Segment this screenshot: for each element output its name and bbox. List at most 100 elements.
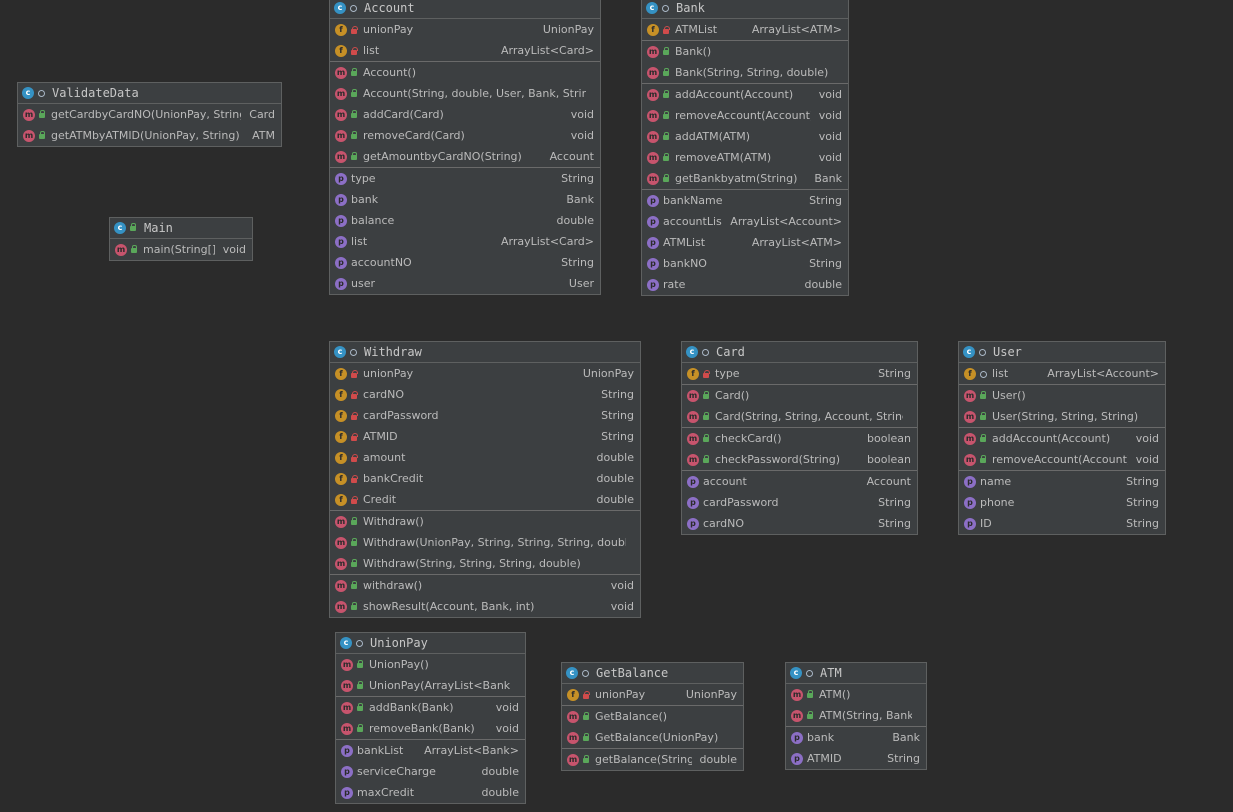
class-header[interactable]: c Card — [682, 342, 917, 363]
member-row[interactable]: m Withdraw(UnionPay, String, String, Stri… — [330, 532, 640, 553]
class-header[interactable]: c ValidateData — [18, 83, 281, 104]
member-row[interactable]: m UnionPay(ArrayList<Bank>) — [336, 675, 525, 696]
property-icon: p — [964, 517, 976, 530]
member-row[interactable]: p name String — [959, 471, 1165, 492]
member-row[interactable]: p bank Bank — [786, 727, 926, 748]
member-row[interactable]: m removeATM(ATM) void — [642, 147, 848, 168]
member-row[interactable]: p accountList ArrayList<Account> — [642, 211, 848, 232]
class-header[interactable]: c GetBalance — [562, 663, 743, 684]
member-row[interactable]: f list ArrayList<Account> — [959, 363, 1165, 384]
member-row[interactable]: m addAccount(Account) void — [642, 84, 848, 105]
class-header[interactable]: c ATM — [786, 663, 926, 684]
member-row[interactable]: m GetBalance(UnionPay) — [562, 727, 743, 748]
member-row[interactable]: m Bank(String, String, double) — [642, 62, 848, 83]
member-row[interactable]: m ATM(String, Bank) — [786, 705, 926, 726]
member-row[interactable]: m removeCard(Card) void — [330, 125, 600, 146]
member-row[interactable]: p maxCredit double — [336, 782, 525, 803]
member-row[interactable]: m GetBalance() — [562, 706, 743, 727]
property-icon: p — [791, 731, 803, 744]
member-row[interactable]: f ATMID String — [330, 426, 640, 447]
member-row[interactable]: p user User — [330, 273, 600, 294]
member-row[interactable]: m addAccount(Account) void — [959, 428, 1165, 449]
member-row[interactable]: p serviceCharge double — [336, 761, 525, 782]
member-row[interactable]: m checkCard() boolean — [682, 428, 917, 449]
member-row[interactable]: p balance double — [330, 210, 600, 231]
member-type: double — [481, 765, 520, 778]
member-row[interactable]: f list ArrayList<Card> — [330, 40, 600, 61]
class-header[interactable]: c User — [959, 342, 1165, 363]
member-row[interactable]: m Withdraw() — [330, 511, 640, 532]
lock-icon — [349, 474, 359, 484]
member-row[interactable]: m ATM() — [786, 684, 926, 705]
member-row[interactable]: m removeAccount(Account) void — [959, 449, 1165, 470]
member-row[interactable]: p ID String — [959, 513, 1165, 534]
member-row[interactable]: f ATMList ArrayList<ATM> — [642, 19, 848, 40]
member-row[interactable]: m Account() — [330, 62, 600, 83]
member-row[interactable]: m getAmountbyCardNO(String) Account — [330, 146, 600, 167]
member-row[interactable]: m removeBank(Bank) void — [336, 718, 525, 739]
member-row[interactable]: p bankList ArrayList<Bank> — [336, 740, 525, 761]
class-unionpay[interactable]: c UnionPay m UnionPay() m UnionPay(ArrayList<… — [335, 632, 526, 804]
member-row[interactable]: m getCardbyCardNO(UnionPay, String) Card — [18, 104, 281, 125]
member-row[interactable]: p phone String — [959, 492, 1165, 513]
member-row[interactable]: p account Account — [682, 471, 917, 492]
member-row[interactable]: m Bank() — [642, 41, 848, 62]
member-row[interactable]: m Card() — [682, 385, 917, 406]
member-row[interactable]: m getBalance(String) double — [562, 749, 743, 770]
member-row[interactable]: m addBank(Bank) void — [336, 697, 525, 718]
member-row[interactable]: p cardPassword String — [682, 492, 917, 513]
member-row[interactable]: m Card(String, String, Account, String) — [682, 406, 917, 427]
member-row[interactable]: f cardNO String — [330, 384, 640, 405]
class-getbalance[interactable]: c GetBalance f unionPay UnionPay m GetBalance(… — [561, 662, 744, 771]
member-row[interactable]: m main(String[]) void — [110, 239, 252, 260]
class-header[interactable]: c Bank — [642, 0, 848, 19]
member-row[interactable]: f unionPay UnionPay — [562, 684, 743, 705]
member-row[interactable]: p bank Bank — [330, 189, 600, 210]
class-user[interactable]: c User f list ArrayList<Account> m User() m User… — [958, 341, 1166, 535]
class-account[interactable]: c Account f unionPay UnionPay f list ArrayList<… — [329, 0, 601, 295]
member-row[interactable]: m Account(String, double, User, Bank, Str… — [330, 83, 600, 104]
member-row[interactable]: m User(String, String, String) — [959, 406, 1165, 427]
member-row[interactable]: m checkPassword(String) boolean — [682, 449, 917, 470]
member-row[interactable]: m withdraw() void — [330, 575, 640, 596]
class-withdraw[interactable]: c Withdraw f unionPay UnionPay f cardNO String f… — [329, 341, 641, 618]
method-icon: m — [567, 753, 579, 766]
member-row[interactable]: m Withdraw(String, String, String, double… — [330, 553, 640, 574]
class-header[interactable]: c Account — [330, 0, 600, 19]
member-row[interactable]: p list ArrayList<Card> — [330, 231, 600, 252]
member-row[interactable]: m removeAccount(Account) void — [642, 105, 848, 126]
member-row[interactable]: f bankCredit double — [330, 468, 640, 489]
member-row[interactable]: m getBankbyatm(String) Bank — [642, 168, 848, 189]
member-row[interactable]: p type String — [330, 168, 600, 189]
class-main[interactable]: c Main m main(String[]) void — [109, 217, 253, 261]
member-row[interactable]: m addCard(Card) void — [330, 104, 600, 125]
member-name: ATMList — [675, 23, 718, 36]
member-row[interactable]: f unionPay UnionPay — [330, 19, 600, 40]
member-row[interactable]: m UnionPay() — [336, 654, 525, 675]
class-card[interactable]: c Card f type String m Card() m Card(String, Str… — [681, 341, 918, 535]
class-atm[interactable]: c ATM m ATM() m ATM(String, Bank) p bank Bank p AT… — [785, 662, 927, 770]
member-row[interactable]: m showResult(Account, Bank, int) void — [330, 596, 640, 617]
member-row[interactable]: m getATMbyATMID(UnionPay, String) ATM — [18, 125, 281, 146]
member-section: m withdraw() void m showResult(Account, Bank… — [330, 575, 640, 617]
member-row[interactable]: p ATMID String — [786, 748, 926, 769]
member-row[interactable]: f amount double — [330, 447, 640, 468]
member-row[interactable]: p ATMList ArrayList<ATM> — [642, 232, 848, 253]
property-icon: p — [341, 786, 353, 799]
class-header[interactable]: c Main — [110, 218, 252, 239]
member-row[interactable]: p cardNO String — [682, 513, 917, 534]
member-row[interactable]: m addATM(ATM) void — [642, 126, 848, 147]
class-header[interactable]: c Withdraw — [330, 342, 640, 363]
member-row[interactable]: p bankNO String — [642, 253, 848, 274]
class-bank[interactable]: c Bank f ATMList ArrayList<ATM> m Bank() m Bank(… — [641, 0, 849, 296]
class-header[interactable]: c UnionPay — [336, 633, 525, 654]
member-row[interactable]: f Credit double — [330, 489, 640, 510]
class-validatedata[interactable]: c ValidateData m getCardbyCardNO(UnionPay, … — [17, 82, 282, 147]
member-row[interactable]: f cardPassword String — [330, 405, 640, 426]
member-row[interactable]: f type String — [682, 363, 917, 384]
member-row[interactable]: p rate double — [642, 274, 848, 295]
member-row[interactable]: p bankName String — [642, 190, 848, 211]
member-row[interactable]: p accountNO String — [330, 252, 600, 273]
member-row[interactable]: f unionPay UnionPay — [330, 363, 640, 384]
member-row[interactable]: m User() — [959, 385, 1165, 406]
